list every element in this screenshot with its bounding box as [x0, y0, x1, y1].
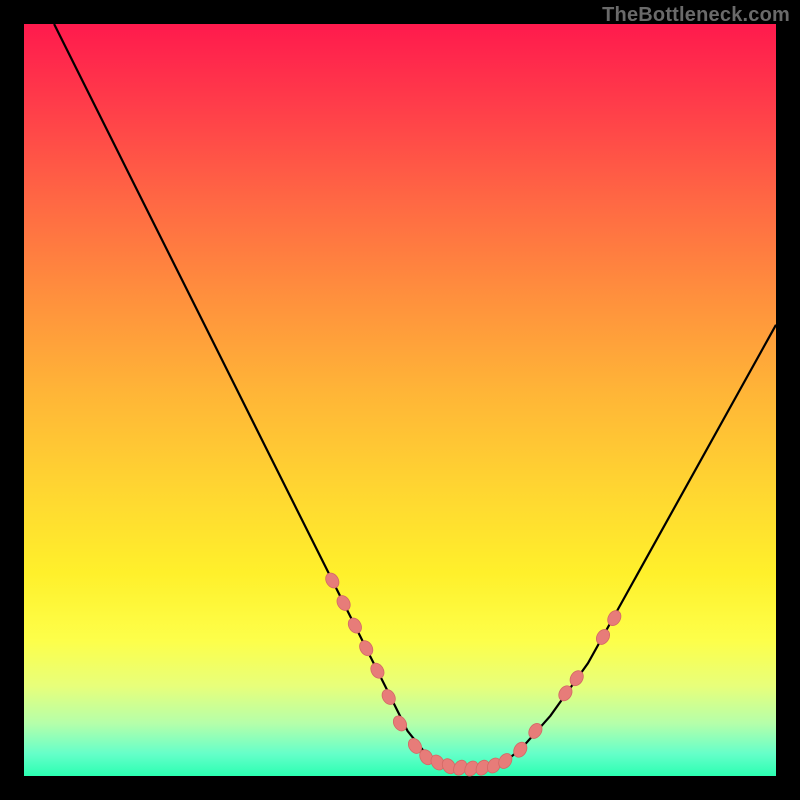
- curve-marker: [346, 616, 365, 636]
- curve-markers: [323, 571, 624, 779]
- chart-svg: [24, 24, 776, 776]
- watermark-text: TheBottleneck.com: [602, 4, 790, 27]
- curve-marker: [323, 571, 342, 591]
- curve-marker: [594, 627, 613, 647]
- plot-area: [24, 24, 776, 776]
- curve-marker: [357, 638, 376, 658]
- chart-frame: TheBottleneck.com: [0, 0, 800, 800]
- curve-marker: [334, 593, 353, 613]
- curve-marker: [368, 661, 387, 681]
- curve-marker: [605, 608, 624, 628]
- bottleneck-curve: [54, 24, 776, 769]
